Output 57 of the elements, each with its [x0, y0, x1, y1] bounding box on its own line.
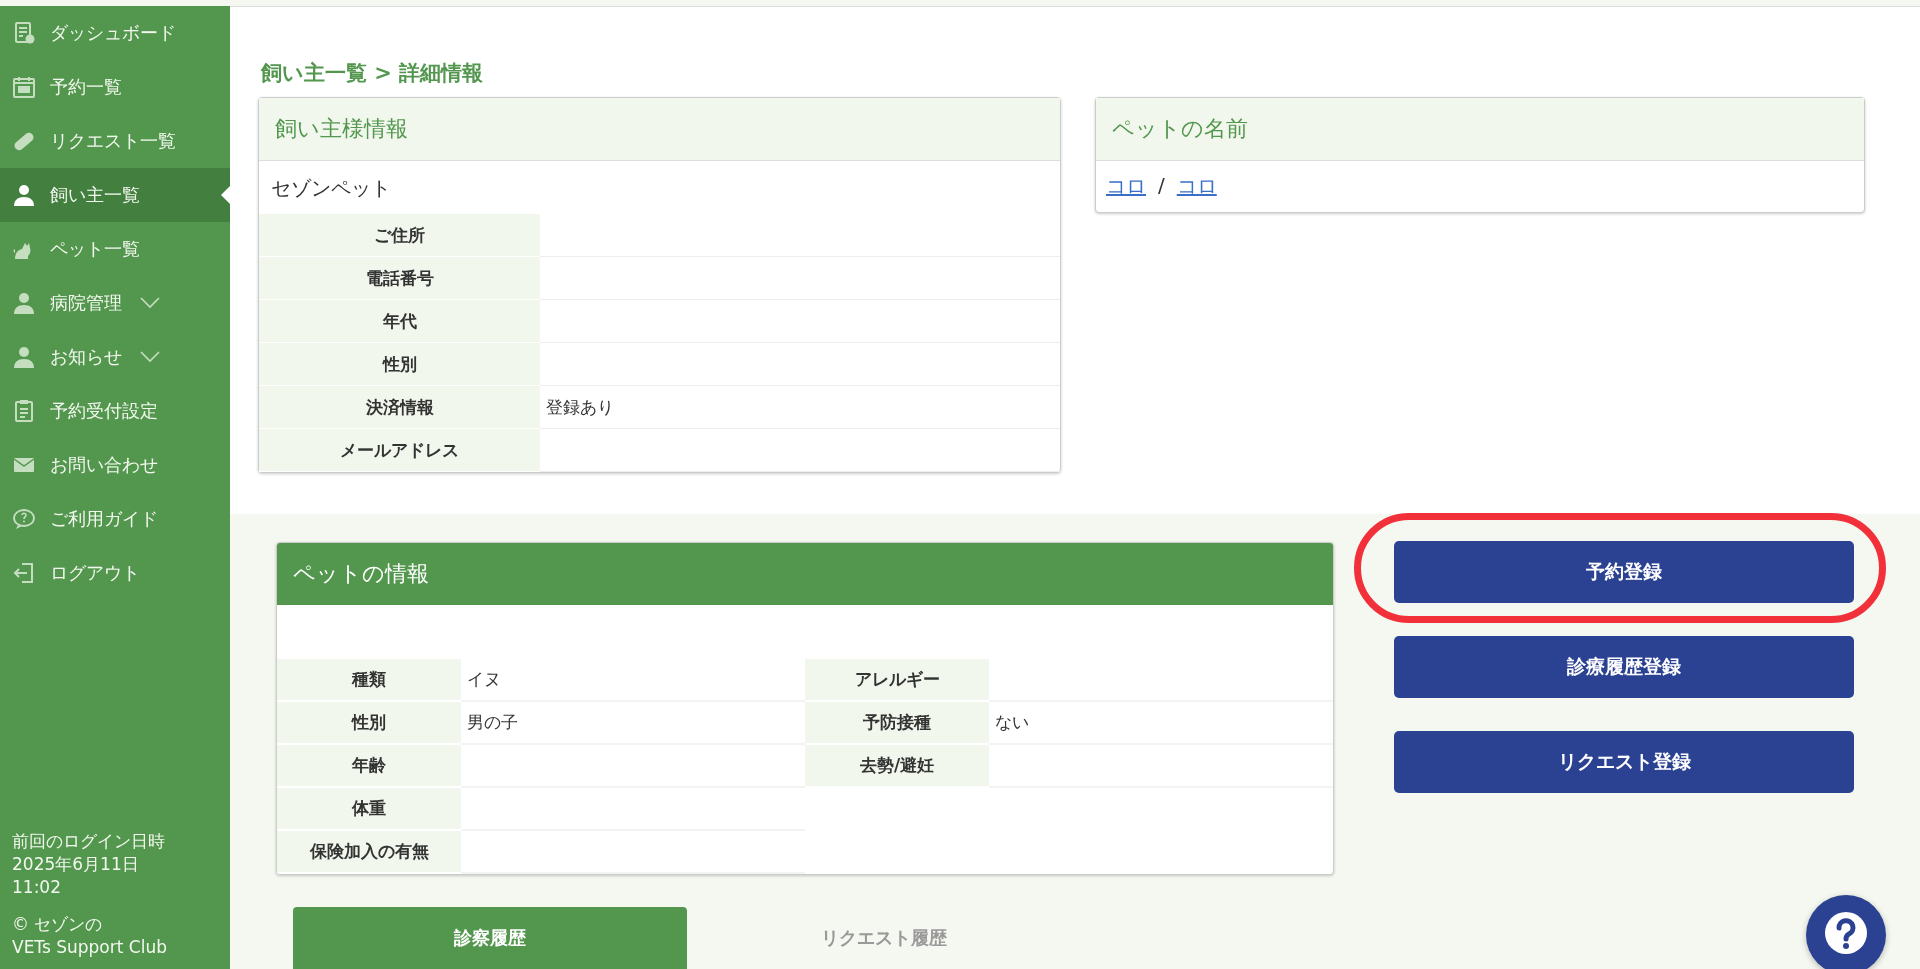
sidebar-item[interactable]: ログアウト: [0, 546, 230, 600]
field-label: メールアドレス: [259, 429, 540, 472]
field-label: アレルギー: [805, 659, 989, 702]
tab[interactable]: リクエスト履歴: [687, 907, 1081, 969]
chevron-down-icon: [140, 297, 160, 309]
sidebar-item[interactable]: 飼い主一覧: [0, 168, 230, 222]
field-label: 保険加入の有無: [277, 831, 461, 874]
action-button[interactable]: 診療履歴登録: [1394, 636, 1854, 698]
sidebar-item[interactable]: ペット一覧: [0, 222, 230, 276]
field-label: 決済情報: [259, 386, 540, 429]
sidebar-item[interactable]: お問い合わせ: [0, 438, 230, 492]
last-login-text: 2025年6月11日: [12, 853, 140, 876]
pet-name-link[interactable]: コロ: [1176, 173, 1217, 200]
person-icon: [12, 183, 36, 207]
field-label: 体重: [277, 788, 461, 831]
field-label: ご住所: [259, 214, 540, 257]
action-button[interactable]: リクエスト登録: [1394, 731, 1854, 793]
sidebar-item[interactable]: 予約受付設定: [0, 384, 230, 438]
chevron-down-icon: [140, 351, 160, 363]
field-label: 去勢/避妊: [805, 745, 989, 788]
tab[interactable]: 診察履歴: [293, 907, 687, 969]
logout-icon: [12, 561, 36, 585]
field-label: 予防接種: [805, 702, 989, 745]
field-label: 種類: [277, 659, 461, 702]
copyright-text: VETs Support Club: [12, 936, 168, 959]
action-button[interactable]: 予約登録: [1394, 541, 1854, 603]
sidebar-item[interactable]: お知らせ: [0, 330, 230, 384]
separator: /: [1158, 173, 1165, 199]
card-title: ペットの名前: [1096, 98, 1864, 161]
speech-bubble-question-icon: [12, 507, 36, 531]
question-icon: [1824, 911, 1868, 955]
copyright-text: © セゾンの: [12, 913, 104, 936]
sidebar-item[interactable]: ダッシュボード: [0, 6, 230, 60]
person-icon: [12, 345, 36, 369]
report-icon: [12, 21, 36, 45]
owner-name: セゾンペット: [270, 175, 392, 202]
help-button[interactable]: [1806, 895, 1886, 969]
breadcrumb: 飼い主一覧 > 詳細情報: [261, 60, 485, 87]
calendar-icon: [12, 75, 36, 99]
last-login-text: 前回のログイン日時: [12, 830, 166, 853]
field-label: 性別: [277, 702, 461, 745]
card-title: ペットの情報: [277, 543, 1333, 605]
field-label: 電話番号: [259, 257, 540, 300]
sidebar-item[interactable]: 病院管理: [0, 276, 230, 330]
person-icon: [12, 291, 36, 315]
field-value: ない: [989, 702, 1333, 745]
field-label: 年代: [259, 300, 540, 343]
sidebar-item[interactable]: 予約一覧: [0, 60, 230, 114]
clipboard-icon: [12, 399, 36, 423]
card-title: 飼い主様情報: [259, 98, 1060, 161]
sidebar-item[interactable]: ご利用ガイド: [0, 492, 230, 546]
sidebar-item[interactable]: リクエスト一覧: [0, 114, 230, 168]
pet-name-link[interactable]: コロ: [1106, 173, 1146, 200]
field-label: 年齢: [277, 745, 461, 788]
last-login-text: 11:02: [12, 876, 62, 899]
field-label: 性別: [259, 343, 540, 386]
field-value: 登録あり: [540, 386, 1060, 429]
